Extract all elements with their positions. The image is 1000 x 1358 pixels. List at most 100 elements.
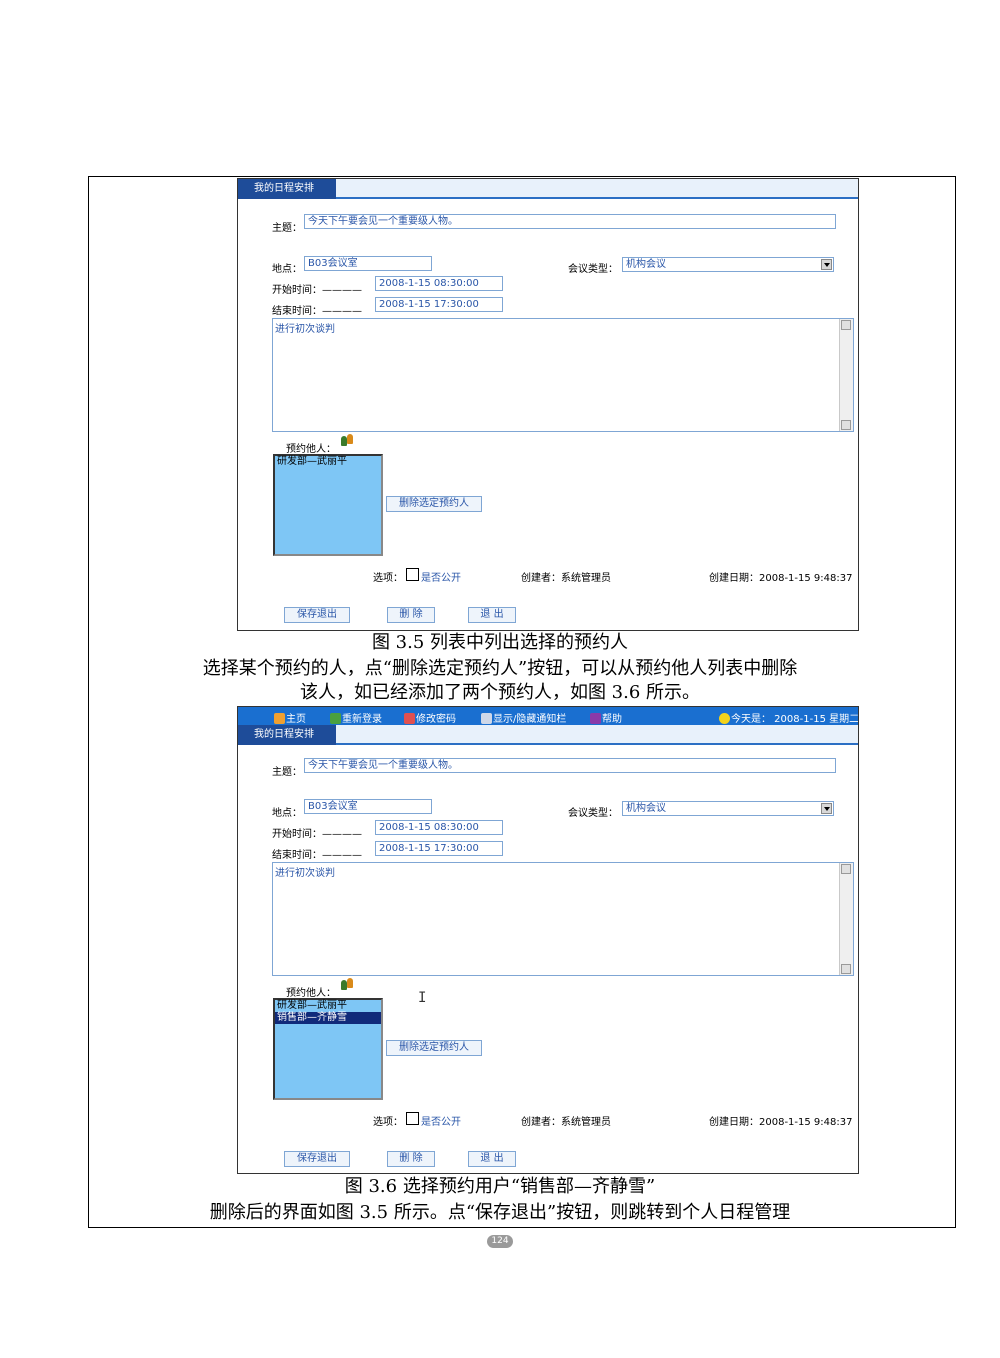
tab-strip: 我的日程安排 xyxy=(238,179,858,199)
invitee-list-item[interactable]: 研发部—武丽平 xyxy=(275,1000,381,1012)
save-exit-button[interactable]: 保存退出 xyxy=(284,1151,350,1167)
content-text: 进行初次谈判 xyxy=(275,868,335,879)
invitee-list[interactable]: 研发部—武丽平 销售部—齐静雪 xyxy=(273,998,383,1100)
invitee-list-item[interactable]: 研发部—武丽平 xyxy=(275,456,381,468)
content-textarea[interactable]: 进行初次谈判 xyxy=(272,862,854,976)
creator-value: 系统管理员 xyxy=(561,573,611,584)
public-label: 是否公开 xyxy=(421,1117,461,1128)
scroll-down-icon[interactable] xyxy=(841,420,851,430)
content-text: 进行初次谈判 xyxy=(275,324,335,335)
end-time-input[interactable]: 2008-1-15 17:30:00 xyxy=(375,841,503,856)
delete-invitee-button[interactable]: 删除选定预约人 xyxy=(386,1040,482,1056)
footer-text-line: 删除后的界面如图 3.5 所示。点“保存退出”按钮，则跳转到个人日程管理 xyxy=(209,1202,791,1223)
menu-help-label: 帮助 xyxy=(602,714,622,725)
created-label: 创建日期： xyxy=(709,573,759,584)
location-label: 地点： xyxy=(272,808,302,819)
invitee-list[interactable]: 研发部—武丽平 xyxy=(273,454,383,556)
menu-help[interactable]: 帮助 xyxy=(590,710,622,725)
scroll-down-icon[interactable] xyxy=(841,964,851,974)
meeting-type-select[interactable]: 机构会议 xyxy=(622,257,834,272)
meeting-type-value: 机构会议 xyxy=(626,259,666,270)
tab-my-schedule[interactable]: 我的日程安排 xyxy=(238,725,336,745)
creator-info: 创建者：系统管理员 xyxy=(521,569,611,584)
invitee-list-item-selected[interactable]: 销售部—齐静雪 xyxy=(275,1012,381,1024)
select-people-icon[interactable] xyxy=(341,434,355,447)
notice-icon xyxy=(481,713,492,724)
option-label: 选项： xyxy=(373,573,403,584)
menu-toggle-notice[interactable]: 显示/隐藏通知栏 xyxy=(481,710,566,725)
select-people-icon[interactable] xyxy=(341,978,355,991)
creator-label: 创建者： xyxy=(521,1117,561,1128)
created-value: 2008-1-15 9:48:37 xyxy=(759,573,853,584)
creator-info: 创建者：系统管理员 xyxy=(521,1113,611,1128)
menu-change-password[interactable]: 修改密码 xyxy=(404,710,456,725)
chevron-down-icon[interactable] xyxy=(821,259,832,270)
invitees-label: 预约他人： xyxy=(286,444,336,455)
smiley-icon xyxy=(719,713,730,724)
page-number-badge: 124 xyxy=(487,1235,513,1248)
created-info: 创建日期：2008-1-15 9:48:37 xyxy=(709,1113,852,1128)
subject-input[interactable]: 今天下午要会见一个重要级人物。 xyxy=(304,214,836,229)
save-exit-button[interactable]: 保存退出 xyxy=(284,607,350,623)
exit-button[interactable]: 退 出 xyxy=(468,1151,516,1167)
end-time-input[interactable]: 2008-1-15 17:30:00 xyxy=(375,297,503,312)
menu-change-password-label: 修改密码 xyxy=(416,714,456,725)
location-input[interactable]: B03会议室 xyxy=(304,256,432,271)
creator-value: 系统管理员 xyxy=(561,1117,611,1128)
start-time-input[interactable]: 2008-1-15 08:30:00 xyxy=(375,276,503,291)
menu-toggle-notice-label: 显示/隐藏通知栏 xyxy=(493,714,567,725)
body-text-line-1: 选择某个预约的人，点“删除选定预约人”按钮，可以从预约他人列表中删除 xyxy=(202,658,798,679)
text-cursor-icon: I xyxy=(418,990,427,1006)
menu-relogin-label: 重新登录 xyxy=(342,714,382,725)
subject-label: 主题： xyxy=(272,223,302,234)
subject-label: 主题： xyxy=(272,767,302,778)
chevron-down-icon[interactable] xyxy=(821,803,832,814)
figure-3-6-caption: 图 3.6 选择预约用户“销售部—齐静雪” xyxy=(344,1176,656,1197)
public-checkbox[interactable] xyxy=(406,568,419,581)
scroll-up-icon[interactable] xyxy=(841,864,851,874)
location-label: 地点： xyxy=(272,264,302,275)
delete-button[interactable]: 删 除 xyxy=(387,1151,435,1167)
created-label: 创建日期： xyxy=(709,1117,759,1128)
subject-input[interactable]: 今天下午要会见一个重要级人物。 xyxy=(304,758,836,773)
end-time-label: 结束时间：———— xyxy=(272,306,362,317)
start-time-label: 开始时间：———— xyxy=(272,285,362,296)
created-value: 2008-1-15 9:48:37 xyxy=(759,1117,853,1128)
menu-home[interactable]: 主页 xyxy=(274,710,306,725)
home-icon xyxy=(274,713,285,724)
textarea-scrollbar[interactable] xyxy=(839,863,853,975)
textarea-scrollbar[interactable] xyxy=(839,319,853,431)
password-icon xyxy=(404,713,415,724)
content-textarea[interactable]: 进行初次谈判 xyxy=(272,318,854,432)
top-menu-bar: 主页 重新登录 修改密码 显示/隐藏通知栏 帮助 今天是： 2008-1-15 … xyxy=(238,707,858,727)
meeting-type-label: 会议类型： xyxy=(568,808,618,819)
created-info: 创建日期：2008-1-15 9:48:37 xyxy=(709,569,852,584)
creator-label: 创建者： xyxy=(521,573,561,584)
menu-relogin[interactable]: 重新登录 xyxy=(330,710,382,725)
delete-invitee-button[interactable]: 删除选定预约人 xyxy=(386,496,482,512)
today-indicator: 今天是： 2008-1-15 星期二 xyxy=(719,710,859,725)
option-label: 选项： xyxy=(373,1117,403,1128)
public-label: 是否公开 xyxy=(421,573,461,584)
start-time-input[interactable]: 2008-1-15 08:30:00 xyxy=(375,820,503,835)
location-input[interactable]: B03会议室 xyxy=(304,799,432,814)
today-label: 今天是： 2008-1-15 星期二 xyxy=(731,714,859,725)
exit-button[interactable]: 退 出 xyxy=(468,607,516,623)
menu-home-label: 主页 xyxy=(286,714,306,725)
tab-my-schedule[interactable]: 我的日程安排 xyxy=(238,179,336,199)
body-text-line-2: 该人，如已经添加了两个预约人，如图 3.6 所示。 xyxy=(299,682,701,703)
relogin-icon xyxy=(330,713,341,724)
help-icon xyxy=(590,713,601,724)
figure-3-5-caption: 图 3.5 列表中列出选择的预约人 xyxy=(371,632,629,653)
public-checkbox[interactable] xyxy=(406,1112,419,1125)
end-time-label: 结束时间：———— xyxy=(272,850,362,861)
invitees-label: 预约他人： xyxy=(286,988,336,999)
scroll-up-icon[interactable] xyxy=(841,320,851,330)
screenshot-figure-3-5: 我的日程安排 主题： 今天下午要会见一个重要级人物。 地点： B03会议室 会议… xyxy=(237,178,859,631)
start-time-label: 开始时间：———— xyxy=(272,829,362,840)
tab-strip: 我的日程安排 xyxy=(238,725,858,745)
screenshot-figure-3-6: 主页 重新登录 修改密码 显示/隐藏通知栏 帮助 今天是： 2008-1-15 … xyxy=(237,706,859,1174)
meeting-type-value: 机构会议 xyxy=(626,803,666,814)
meeting-type-select[interactable]: 机构会议 xyxy=(622,801,834,816)
delete-button[interactable]: 删 除 xyxy=(387,607,435,623)
